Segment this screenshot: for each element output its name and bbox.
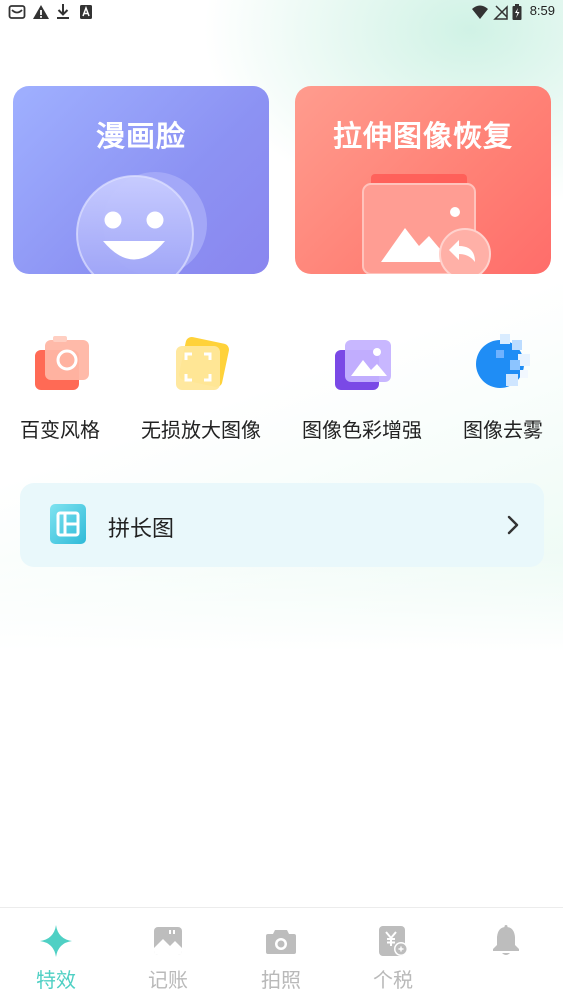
wifi-icon xyxy=(472,5,488,19)
nav-tab-notifications[interactable] xyxy=(450,908,562,1003)
camera-icon xyxy=(266,930,296,954)
feature-color-enhance[interactable]: 图像色彩增强 xyxy=(292,322,432,442)
nav-tab-effects[interactable]: 特效 xyxy=(0,908,112,1003)
smiley-face-icon xyxy=(76,172,207,274)
color-enhance-icon xyxy=(335,340,391,390)
feature-label: 百变风格 xyxy=(20,418,100,442)
feature-label: 图像去雾 xyxy=(463,418,543,442)
nav-tab-tax[interactable]: 个税 xyxy=(337,908,449,1003)
nav-label: 记账 xyxy=(148,968,188,992)
feature-dehaze[interactable]: 图像去雾 xyxy=(433,322,563,442)
enlarge-image-icon xyxy=(176,337,229,390)
warning-icon xyxy=(33,5,49,19)
long-image-label: 拼长图 xyxy=(108,517,175,542)
long-image-row[interactable]: 拼长图 xyxy=(20,483,544,567)
nav-label: 拍照 xyxy=(261,968,301,992)
feature-label: 图像色彩增强 xyxy=(302,418,422,442)
download-icon xyxy=(57,4,69,19)
dehaze-icon xyxy=(476,334,530,388)
long-image-icon xyxy=(50,504,86,544)
nav-tab-camera[interactable]: 拍照 xyxy=(225,908,337,1003)
stretch-restore-card[interactable]: 拉伸图像恢复 xyxy=(295,86,551,274)
bottom-nav: 特效 记账 拍照 个税 xyxy=(0,907,563,1003)
bell-icon xyxy=(493,925,519,955)
feature-lossless-enlarge[interactable]: 无损放大图像 xyxy=(131,322,271,442)
image-restore-icon xyxy=(362,174,491,274)
nav-label: 个税 xyxy=(373,968,413,992)
feature-style-variety[interactable]: 百变风格 xyxy=(0,322,130,442)
manhua-face-card[interactable]: 漫画脸 xyxy=(13,86,269,274)
feature-label: 无损放大图像 xyxy=(141,418,261,442)
status-bar: 8:59 xyxy=(0,0,563,24)
camera-style-icon xyxy=(35,336,89,390)
manhua-face-card-title: 漫画脸 xyxy=(95,119,186,153)
chevron-right-icon xyxy=(507,515,519,535)
status-time: 8:59 xyxy=(529,3,555,18)
battery-icon xyxy=(512,4,522,20)
stretch-restore-card-title: 拉伸图像恢复 xyxy=(332,119,513,153)
mail-icon xyxy=(8,5,26,19)
nav-label: 特效 xyxy=(36,968,76,992)
nav-tab-ledger[interactable]: 记账 xyxy=(112,908,224,1003)
no-signal-icon xyxy=(493,5,508,20)
tax-icon xyxy=(379,926,408,956)
app-notification-icon xyxy=(80,5,92,19)
ledger-icon xyxy=(154,927,182,955)
sparkle-icon xyxy=(40,925,72,957)
